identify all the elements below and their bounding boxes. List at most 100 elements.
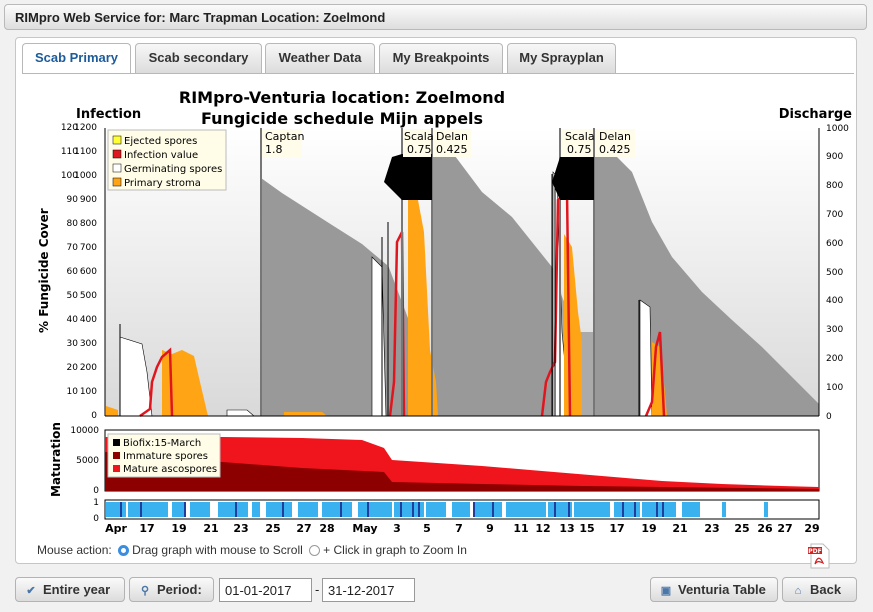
wetness-bar-16 bbox=[574, 502, 610, 517]
wetness-bar-3 bbox=[190, 502, 210, 517]
x-label-22: 26 bbox=[757, 522, 773, 534]
legend-immature: Immature spores bbox=[123, 451, 208, 462]
legend-stroma: Primary stroma bbox=[124, 178, 201, 189]
wetness-dark-15 bbox=[634, 502, 636, 517]
radio-scroll-label[interactable]: Drag graph with mouse to Scroll bbox=[132, 543, 303, 557]
entire-year-button[interactable]: ✔ Entire year bbox=[15, 577, 125, 602]
mouse-action-label: Mouse action: bbox=[37, 543, 112, 557]
wetness-bar-8 bbox=[322, 502, 352, 517]
wetness-dark-4 bbox=[282, 502, 284, 517]
back-button[interactable]: ⌂ Back bbox=[782, 577, 857, 602]
x-label-7: 28 bbox=[319, 522, 334, 534]
wetness-bar-11 bbox=[426, 502, 446, 517]
infection-tick-500: 500 bbox=[80, 291, 97, 301]
venturia-table-button[interactable]: ▣ Venturia Table bbox=[650, 577, 778, 602]
infection-tick-700: 700 bbox=[80, 243, 97, 253]
discharge-tick-1000: 1000 bbox=[826, 124, 849, 134]
wetness-tick-0: 0 bbox=[93, 514, 99, 524]
wetness-dark-0 bbox=[120, 502, 122, 517]
discharge-tick-0: 0 bbox=[826, 412, 832, 422]
spray-name-scala-2: Scala bbox=[565, 130, 595, 143]
back-label: Back bbox=[810, 582, 842, 597]
infection-tick-400: 400 bbox=[80, 315, 97, 325]
date-from-input[interactable] bbox=[219, 578, 312, 602]
x-label-0: Apr bbox=[105, 522, 127, 534]
wetness-dark-17 bbox=[662, 502, 664, 517]
period-label: Period: bbox=[157, 582, 202, 597]
x-label-4: 23 bbox=[233, 522, 248, 534]
wetness-dark-9 bbox=[418, 502, 420, 517]
legend-biofix: Biofix:15-March bbox=[123, 438, 201, 449]
fungicide-axis-label: % Fungicide Cover bbox=[37, 208, 51, 333]
tab-my-sprayplan[interactable]: My Sprayplan bbox=[507, 43, 616, 73]
discharge-tick-600: 600 bbox=[826, 239, 843, 249]
fungicide-tick-110: 110 bbox=[61, 147, 78, 157]
date-to-input[interactable] bbox=[322, 578, 415, 602]
spray-name-delan-1: Delan bbox=[436, 130, 468, 143]
infection-tick-600: 600 bbox=[80, 267, 97, 277]
tab-my-breakpoints[interactable]: My Breakpoints bbox=[379, 43, 503, 73]
x-label-12: 9 bbox=[486, 522, 494, 534]
x-label-3: 21 bbox=[203, 522, 218, 534]
infection-tick-100: 100 bbox=[80, 387, 97, 397]
radio-zoom[interactable] bbox=[309, 545, 321, 556]
maturation-tick-10000: 10000 bbox=[70, 426, 99, 436]
legend-swatch-ejected bbox=[112, 135, 122, 145]
wetness-dark-7 bbox=[400, 502, 402, 517]
wetness-bar-14 bbox=[506, 502, 546, 517]
wetness-bar-0 bbox=[106, 502, 126, 517]
maturation-axis-label: Maturation bbox=[49, 422, 63, 497]
legend-swatch-stroma bbox=[112, 177, 122, 187]
x-axis-labels: Apr 17 19 21 23 25 27 28 May 3 5 7 9 11 12 13 15 17 19 21 23… bbox=[105, 522, 820, 534]
fungicide-tick-100: 100 bbox=[61, 171, 78, 181]
discharge-tick-500: 500 bbox=[826, 268, 843, 278]
discharge-label: Discharge bbox=[779, 107, 852, 122]
infection-tick-900: 900 bbox=[80, 195, 97, 205]
tab-scab-primary[interactable]: Scab Primary bbox=[22, 43, 131, 74]
wetness-dark-10 bbox=[473, 502, 475, 517]
legend-swatch-immature bbox=[113, 452, 120, 459]
wetness-bar-20 bbox=[722, 502, 726, 517]
maturation-tick-5000: 5000 bbox=[76, 456, 99, 466]
x-label-8: May bbox=[352, 522, 377, 534]
x-label-20: 23 bbox=[704, 522, 719, 534]
x-label-9: 3 bbox=[393, 522, 401, 534]
wetness-bar-9 bbox=[358, 502, 392, 517]
legend-mature: Mature ascospores bbox=[123, 464, 217, 475]
venturia-table-label: Venturia Table bbox=[678, 582, 766, 597]
wetness-dark-1 bbox=[140, 502, 142, 517]
wetness-bar-4 bbox=[218, 502, 248, 517]
tab-weather-data[interactable]: Weather Data bbox=[265, 43, 375, 73]
wetness-dark-11 bbox=[492, 502, 494, 517]
discharge-tick-400: 400 bbox=[826, 296, 843, 306]
tab-scab-secondary[interactable]: Scab secondary bbox=[135, 43, 262, 73]
wetness-bar-6 bbox=[266, 502, 292, 517]
x-label-19: 21 bbox=[672, 522, 687, 534]
discharge-tick-300: 300 bbox=[826, 325, 843, 335]
fungicide-tick-120: 120 bbox=[61, 123, 78, 133]
fungicide-tick-60: 60 bbox=[67, 267, 79, 277]
date-range-dash: - bbox=[315, 582, 320, 597]
wetness-dark-3 bbox=[235, 502, 237, 517]
wetness-bar-12 bbox=[452, 502, 470, 517]
window-title: RIMpro Web Service for: Marc Trapman Loc… bbox=[15, 10, 386, 25]
discharge-tick-100: 100 bbox=[826, 383, 843, 393]
wetness-dark-2 bbox=[184, 502, 186, 517]
primary-stroma-6 bbox=[284, 412, 327, 416]
fungicide-tick-90: 90 bbox=[67, 195, 79, 205]
infection-tick-800: 800 bbox=[80, 219, 97, 229]
wetness-dark-8 bbox=[412, 502, 414, 517]
fungicide-tick-20: 20 bbox=[67, 363, 79, 373]
wetness-bar-1 bbox=[128, 502, 168, 517]
wetness-bar-5 bbox=[252, 502, 260, 517]
pdf-icon[interactable]: PDF bbox=[806, 543, 832, 569]
legend-germinating: Germinating spores bbox=[124, 164, 222, 175]
germinating-spores-4 bbox=[639, 299, 653, 417]
legend-swatch-biofix bbox=[113, 439, 120, 446]
spray-dose-delan-2: 0.425 bbox=[599, 143, 631, 156]
radio-zoom-label[interactable]: + Click in graph to Zoom In bbox=[323, 543, 467, 557]
x-label-6: 27 bbox=[296, 522, 311, 534]
radio-scroll[interactable] bbox=[118, 545, 130, 556]
period-button[interactable]: ⚲ Period: bbox=[129, 577, 214, 602]
scab-chart[interactable]: RIMpro-Venturia location: Zoelmond Fungi… bbox=[22, 82, 854, 534]
